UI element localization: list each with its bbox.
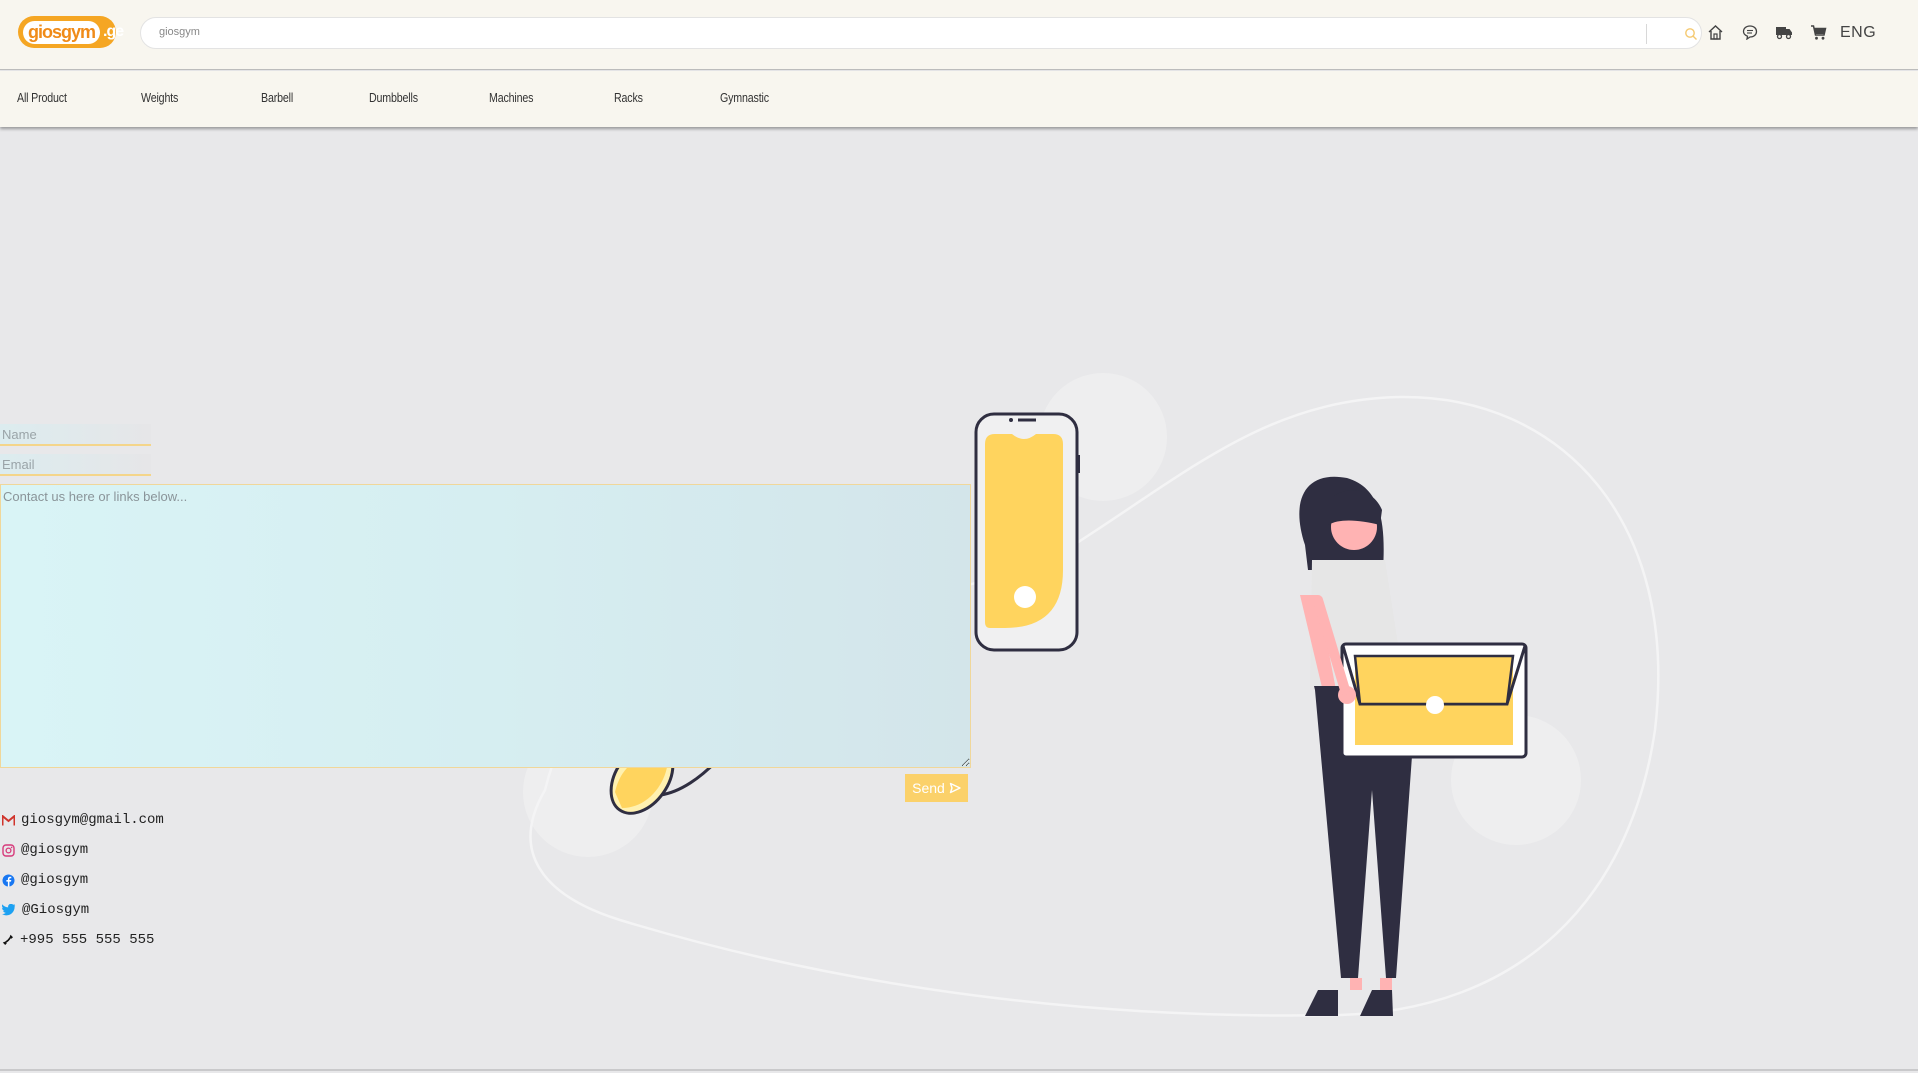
nav-item-machines[interactable]: Machines	[489, 90, 533, 105]
contact-facebook[interactable]: @giosgym	[2, 872, 88, 888]
logo-tld-text: .ge	[103, 23, 124, 40]
nav-item-gymnastic[interactable]: Gymnastic	[720, 90, 769, 105]
category-nav: All Product Weights Barbell Dumbbells Ma…	[0, 71, 1918, 127]
nav-item-barbell[interactable]: Barbell	[261, 90, 293, 105]
contact-phone[interactable]: +995 555 555 555	[2, 932, 154, 948]
chat-icon[interactable]	[1742, 24, 1758, 40]
contact-email[interactable]: giosgym@gmail.com	[2, 812, 164, 828]
nav-item-racks[interactable]: Racks	[614, 90, 643, 105]
footer-divider	[0, 1069, 1918, 1071]
name-field[interactable]	[0, 424, 151, 446]
search-icon[interactable]	[1684, 27, 1698, 41]
top-bar: giosgym .ge ENG	[0, 0, 1918, 70]
logo[interactable]: giosgym .ge	[18, 16, 124, 48]
contact-twitter-text: @Giosgym	[22, 902, 90, 918]
instagram-icon	[2, 843, 15, 857]
search-divider	[1646, 24, 1647, 44]
nav-item-all-product[interactable]: All Product	[17, 90, 67, 105]
message-textarea[interactable]	[0, 484, 971, 768]
search-bar	[140, 17, 1702, 49]
nav-item-weights[interactable]: Weights	[141, 90, 178, 105]
send-arrow-icon	[949, 782, 961, 794]
contact-instagram-text: @giosgym	[21, 842, 89, 858]
gmail-icon	[2, 814, 15, 825]
send-button[interactable]: Send	[905, 774, 968, 802]
facebook-icon	[2, 874, 15, 886]
contact-facebook-text: @giosgym	[21, 872, 89, 888]
phone-icon	[2, 934, 13, 945]
email-field[interactable]	[0, 454, 151, 476]
nav-item-dumbbells[interactable]: Dumbbells	[369, 90, 418, 105]
contact-twitter[interactable]: @Giosgym	[2, 902, 89, 918]
logo-main-text: giosgym	[23, 20, 101, 44]
contact-instagram[interactable]: @giosgym	[2, 842, 88, 858]
contact-email-text: giosgym@gmail.com	[21, 812, 164, 828]
language-switch[interactable]: ENG	[1840, 24, 1876, 42]
search-input[interactable]	[159, 26, 1639, 38]
truck-icon[interactable]	[1775, 24, 1793, 40]
contact-phone-text: +995 555 555 555	[20, 932, 155, 948]
send-button-label: Send	[912, 780, 945, 796]
home-icon[interactable]	[1707, 24, 1724, 41]
twitter-icon	[2, 904, 16, 916]
cart-icon[interactable]	[1810, 24, 1827, 41]
